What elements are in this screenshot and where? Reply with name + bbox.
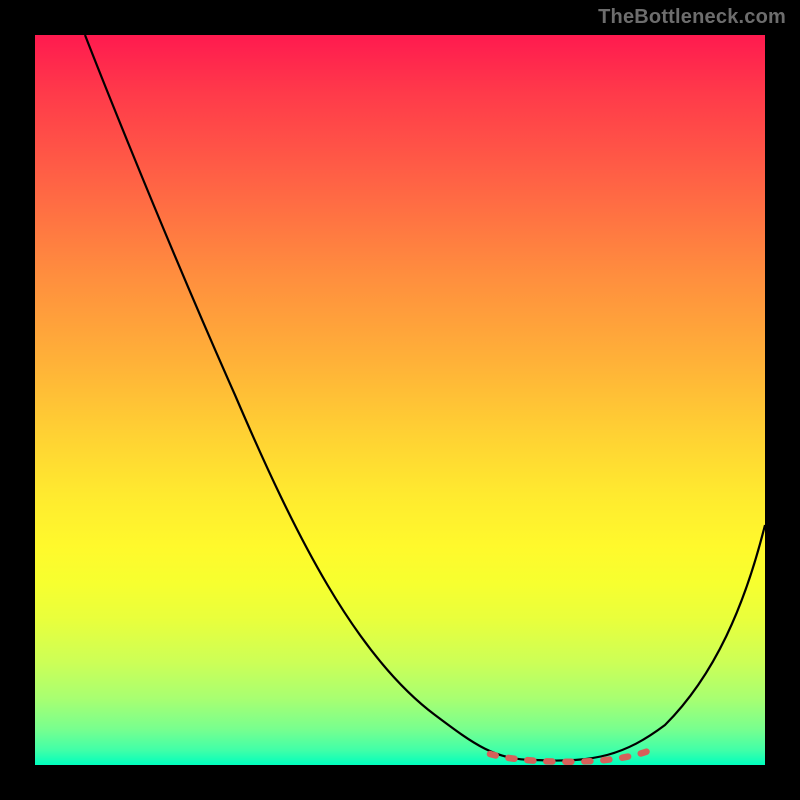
curve-svg (35, 35, 765, 765)
chart-container: TheBottleneck.com (0, 0, 800, 800)
plot-area (35, 35, 765, 765)
watermark-text: TheBottleneck.com (598, 6, 786, 29)
highlight-dashes (490, 749, 653, 762)
main-curve (85, 35, 765, 761)
